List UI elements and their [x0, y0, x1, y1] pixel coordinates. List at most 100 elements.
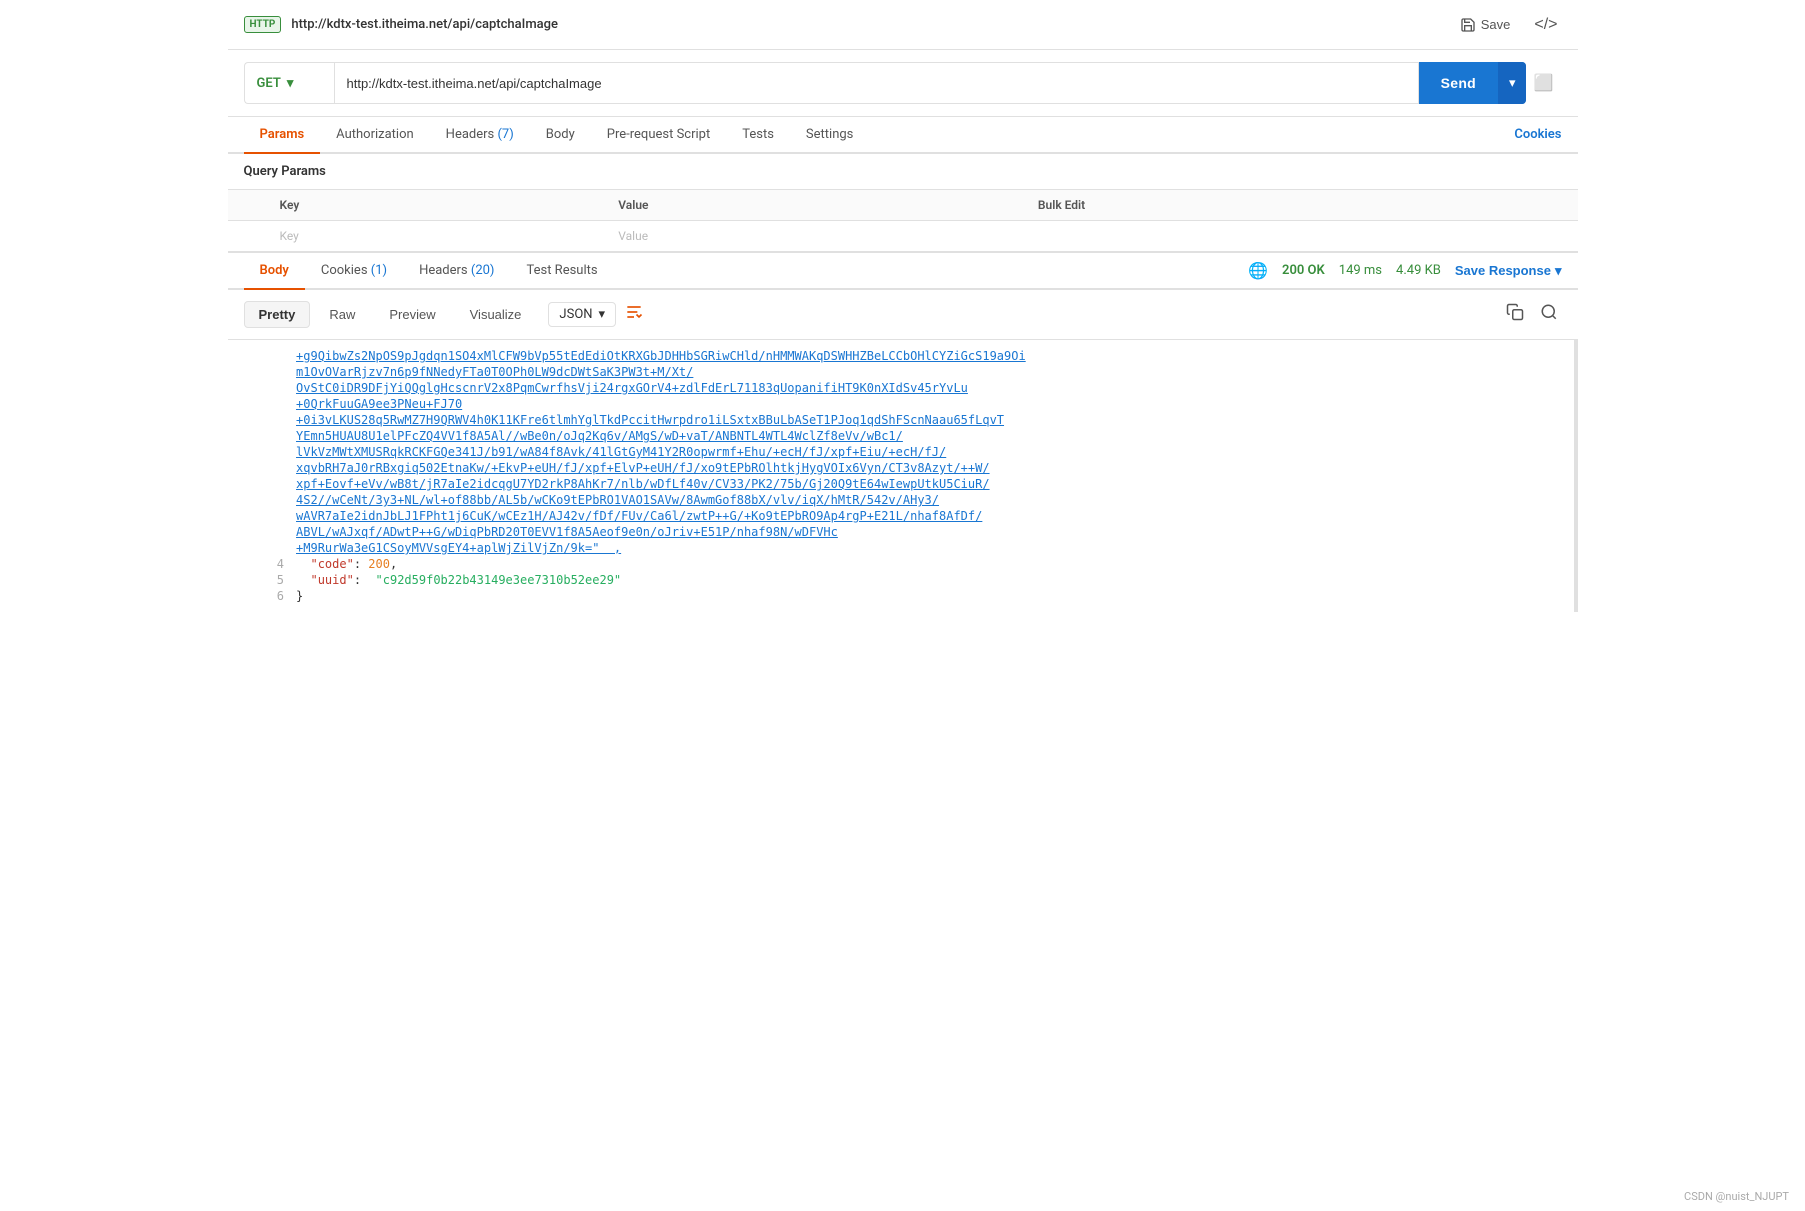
key-cell[interactable]: Key — [268, 221, 607, 252]
format-raw-button[interactable]: Raw — [314, 301, 370, 328]
json-line: +0i3vLKUS28q5RwMZ7H9QRWV4h0K11KFre6tlmhY… — [228, 412, 1574, 428]
json-line: lVkVzMWtXMUSRqkRCKFGQe341J/b91/wA84f8Avk… — [228, 444, 1574, 460]
response-tab-test-results[interactable]: Test Results — [510, 253, 613, 290]
save-response-label: Save Response — [1455, 263, 1551, 278]
line-content: OvStC0iDR9DFjYiQQglgHcscnrV2x8PqmCwrfhsV… — [296, 380, 1573, 396]
url-bar: GET ▾ Send ▾ ⬜ — [228, 50, 1578, 117]
json-body: +g9QibwZs2NpOS9pJgdqn1SO4xMlCFW9bVp55tEd… — [228, 340, 1578, 612]
right-panel-icon-button[interactable]: ⬜ — [1526, 69, 1562, 97]
json-line: m1OvOVarRjzv7n6p9fNNedyFTa0T0OPh0LW9dcDW… — [228, 364, 1574, 380]
top-bar: HTTP http://kdtx-test.itheima.net/api/ca… — [228, 0, 1578, 50]
tab-headers[interactable]: Headers (7) — [430, 117, 530, 154]
json-line: 4 "code": 200, — [228, 556, 1574, 572]
line-content: xpf+Eovf+eVv/wB8t/jR7aIe2idcqgU7YD2rkP8A… — [296, 476, 1573, 492]
http-badge: HTTP — [244, 16, 282, 33]
copy-icon-button[interactable] — [1502, 299, 1528, 330]
method-label: GET — [257, 76, 281, 91]
code-icon-button[interactable]: </> — [1530, 12, 1561, 38]
format-bar: Pretty Raw Preview Visualize JSON ▾ — [228, 290, 1578, 340]
format-visualize-button[interactable]: Visualize — [455, 301, 537, 328]
json-format-select[interactable]: JSON ▾ — [548, 302, 616, 327]
send-button[interactable]: Send — [1419, 62, 1498, 104]
code-icon: </> — [1534, 16, 1557, 33]
top-actions: Save </> — [1452, 12, 1562, 38]
tab-authorization[interactable]: Authorization — [320, 117, 430, 154]
response-body-area[interactable]: +g9QibwZs2NpOS9pJgdqn1SO4xMlCFW9bVp55tEd… — [228, 340, 1578, 612]
format-preview-button[interactable]: Preview — [374, 301, 450, 328]
json-line: xpf+Eovf+eVv/wB8t/jR7aIe2idcqgU7YD2rkP8A… — [228, 476, 1574, 492]
save-icon — [1460, 17, 1476, 33]
line-content: m1OvOVarRjzv7n6p9fNNedyFTa0T0OPh0LW9dcDW… — [296, 364, 1573, 380]
response-time: 149 ms — [1339, 263, 1382, 278]
line-number — [228, 428, 297, 444]
search-icon — [1540, 303, 1558, 321]
json-line: OvStC0iDR9DFjYiQQglgHcscnrV2x8PqmCwrfhsV… — [228, 380, 1574, 396]
response-size: 4.49 KB — [1396, 263, 1441, 278]
tab-tests[interactable]: Tests — [726, 117, 790, 154]
line-content: "code": 200, — [296, 556, 1573, 572]
query-params-section-header: Query Params — [228, 154, 1578, 189]
value-cell[interactable]: Value — [606, 221, 1026, 252]
tab-settings[interactable]: Settings — [790, 117, 869, 154]
line-content: } — [296, 588, 1573, 604]
bulk-edit-column-header[interactable]: Bulk Edit — [1026, 190, 1578, 221]
response-tabs: Body Cookies (1) Headers (20) Test Resul… — [228, 252, 1578, 290]
tab-pre-request-script[interactable]: Pre-request Script — [591, 117, 726, 154]
chevron-down-icon: ▾ — [599, 307, 606, 322]
response-tab-body[interactable]: Body — [244, 253, 305, 290]
search-icon-button[interactable] — [1536, 299, 1562, 330]
line-number: 5 — [228, 572, 297, 588]
chevron-down-icon: ▾ — [287, 76, 294, 91]
json-lines: +g9QibwZs2NpOS9pJgdqn1SO4xMlCFW9bVp55tEd… — [228, 348, 1574, 604]
line-number — [228, 540, 297, 556]
json-line: 5 "uuid": "c92d59f0b22b43149e3ee7310b52e… — [228, 572, 1574, 588]
line-number — [228, 524, 297, 540]
line-content: +0QrkFuuGA9ee3PNeu+FJ70 — [296, 396, 1573, 412]
check-column-header — [228, 190, 268, 221]
filter-icon — [624, 302, 644, 322]
tab-params[interactable]: Params — [244, 117, 321, 154]
line-number — [228, 396, 297, 412]
method-select[interactable]: GET ▾ — [244, 62, 334, 104]
line-content: +0i3vLKUS28q5RwMZ7H9QRWV4h0K11KFre6tlmhY… — [296, 412, 1573, 428]
line-content: ABVL/wAJxqf/ADwtP++G/wDiqPbRD20T0EVV1f8A… — [296, 524, 1573, 540]
save-button[interactable]: Save — [1452, 13, 1519, 37]
json-line: 6 } — [228, 588, 1574, 604]
line-content: wAVR7aIe2idnJbLJ1FPht1j6CuK/wCEz1H/AJ42v… — [296, 508, 1573, 524]
send-dropdown-button[interactable]: ▾ — [1498, 62, 1526, 104]
response-tab-cookies[interactable]: Cookies (1) — [305, 253, 403, 290]
line-content: xqvbRH7aJ0rRBxgiq502EtnaKw/+EkvP+eUH/fJ/… — [296, 460, 1573, 476]
cookies-link[interactable]: Cookies — [1514, 117, 1561, 152]
globe-icon: 🌐 — [1248, 261, 1268, 280]
save-response-button[interactable]: Save Response ▾ — [1455, 263, 1562, 279]
line-number — [228, 412, 297, 428]
json-line: +M9RurWa3eG1CSoyMVVsgEY4+aplWjZilVjZn/9k… — [228, 540, 1574, 556]
value-column-header: Value — [606, 190, 1026, 221]
params-table: Key Value Bulk Edit Key Value — [228, 189, 1578, 252]
filter-icon-button[interactable] — [620, 298, 648, 331]
line-number — [228, 476, 297, 492]
watermark: CSDN @nuist_NJUPT — [1684, 1190, 1789, 1203]
send-btn-group: Send ▾ — [1419, 62, 1526, 104]
response-tab-headers[interactable]: Headers (20) — [403, 253, 510, 290]
line-content: "uuid": "c92d59f0b22b43149e3ee7310b52ee2… — [296, 572, 1573, 588]
table-row: Key Value — [228, 221, 1578, 252]
top-url: http://kdtx-test.itheima.net/api/captcha… — [291, 17, 1451, 32]
line-content: 4S2//wCeNt/3y3+NL/wl+of88bb/AL5b/wCKo9tE… — [296, 492, 1573, 508]
status-code: 200 OK — [1282, 263, 1325, 278]
format-pretty-button[interactable]: Pretty — [244, 301, 311, 328]
json-line: wAVR7aIe2idnJbLJ1FPht1j6CuK/wCEz1H/AJ42v… — [228, 508, 1574, 524]
copy-icon — [1506, 303, 1524, 321]
line-content: lVkVzMWtXMUSRqkRCKFGQe341J/b91/wA84f8Avk… — [296, 444, 1573, 460]
line-number: 4 — [228, 556, 297, 572]
row-checkbox-cell — [228, 221, 268, 252]
line-number — [228, 380, 297, 396]
json-line: YEmn5HUAU8U1elPFcZQ4VV1f8A5Al//wBe0n/oJq… — [228, 428, 1574, 444]
line-number — [228, 444, 297, 460]
json-format-label: JSON — [559, 307, 592, 322]
url-input[interactable] — [334, 62, 1419, 104]
tab-body[interactable]: Body — [530, 117, 591, 154]
json-line: xqvbRH7aJ0rRBxgiq502EtnaKw/+EkvP+eUH/fJ/… — [228, 460, 1574, 476]
line-content: +M9RurWa3eG1CSoyMVVsgEY4+aplWjZilVjZn/9k… — [296, 540, 1573, 556]
request-tabs: Params Authorization Headers (7) Body Pr… — [228, 117, 1578, 154]
